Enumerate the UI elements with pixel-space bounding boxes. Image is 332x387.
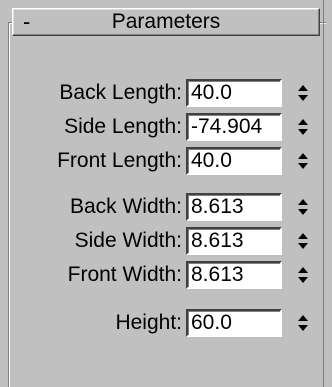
spinner-down-icon[interactable] bbox=[298, 163, 308, 169]
param-row-back-length: Back Length: bbox=[0, 76, 332, 110]
parameters-panel: - Parameters Back Length: Side Length: F… bbox=[0, 0, 332, 387]
height-label: Height: bbox=[115, 311, 182, 334]
back-length-spinner[interactable] bbox=[292, 79, 314, 107]
back-width-label: Back Width: bbox=[69, 195, 182, 218]
back-length-field[interactable] bbox=[186, 79, 282, 107]
side-width-spinner[interactable] bbox=[292, 227, 314, 255]
side-length-label: Side Length: bbox=[64, 115, 182, 138]
spinner-down-icon[interactable] bbox=[298, 325, 308, 331]
front-length-label: Front Length: bbox=[57, 149, 182, 172]
spinner-down-icon[interactable] bbox=[298, 95, 308, 101]
spinner-down-icon[interactable] bbox=[298, 243, 308, 249]
spinner-up-icon[interactable] bbox=[298, 119, 308, 125]
height-spinner[interactable] bbox=[292, 309, 314, 337]
param-row-front-width: Front Width: bbox=[0, 258, 332, 292]
front-length-spinner[interactable] bbox=[292, 147, 314, 175]
param-row-side-length: Side Length: bbox=[0, 110, 332, 144]
spinner-up-icon[interactable] bbox=[298, 315, 308, 321]
param-row-front-length: Front Length: bbox=[0, 144, 332, 178]
back-width-spinner[interactable] bbox=[292, 193, 314, 221]
spinner-up-icon[interactable] bbox=[298, 267, 308, 273]
front-length-field[interactable] bbox=[186, 147, 282, 175]
side-length-field[interactable] bbox=[186, 113, 282, 141]
back-length-label: Back Length: bbox=[59, 81, 182, 104]
spinner-up-icon[interactable] bbox=[298, 153, 308, 159]
param-row-height: Height: bbox=[0, 306, 332, 340]
parameters-rollout-header[interactable]: - Parameters bbox=[12, 8, 320, 36]
side-width-label: Side Width: bbox=[74, 229, 182, 252]
param-row-side-width: Side Width: bbox=[0, 224, 332, 258]
front-width-field[interactable] bbox=[186, 261, 282, 289]
spinner-down-icon[interactable] bbox=[298, 277, 308, 283]
side-width-field[interactable] bbox=[186, 227, 282, 255]
spinner-down-icon[interactable] bbox=[298, 129, 308, 135]
spinner-down-icon[interactable] bbox=[298, 209, 308, 215]
spinner-up-icon[interactable] bbox=[298, 233, 308, 239]
front-width-label: Front Width: bbox=[67, 263, 182, 286]
height-field[interactable] bbox=[186, 309, 282, 337]
spinner-up-icon[interactable] bbox=[298, 85, 308, 91]
front-width-spinner[interactable] bbox=[292, 261, 314, 289]
param-row-back-width: Back Width: bbox=[0, 190, 332, 224]
spinner-up-icon[interactable] bbox=[298, 199, 308, 205]
side-length-spinner[interactable] bbox=[292, 113, 314, 141]
rollout-title: Parameters bbox=[111, 10, 221, 33]
back-width-field[interactable] bbox=[186, 193, 282, 221]
